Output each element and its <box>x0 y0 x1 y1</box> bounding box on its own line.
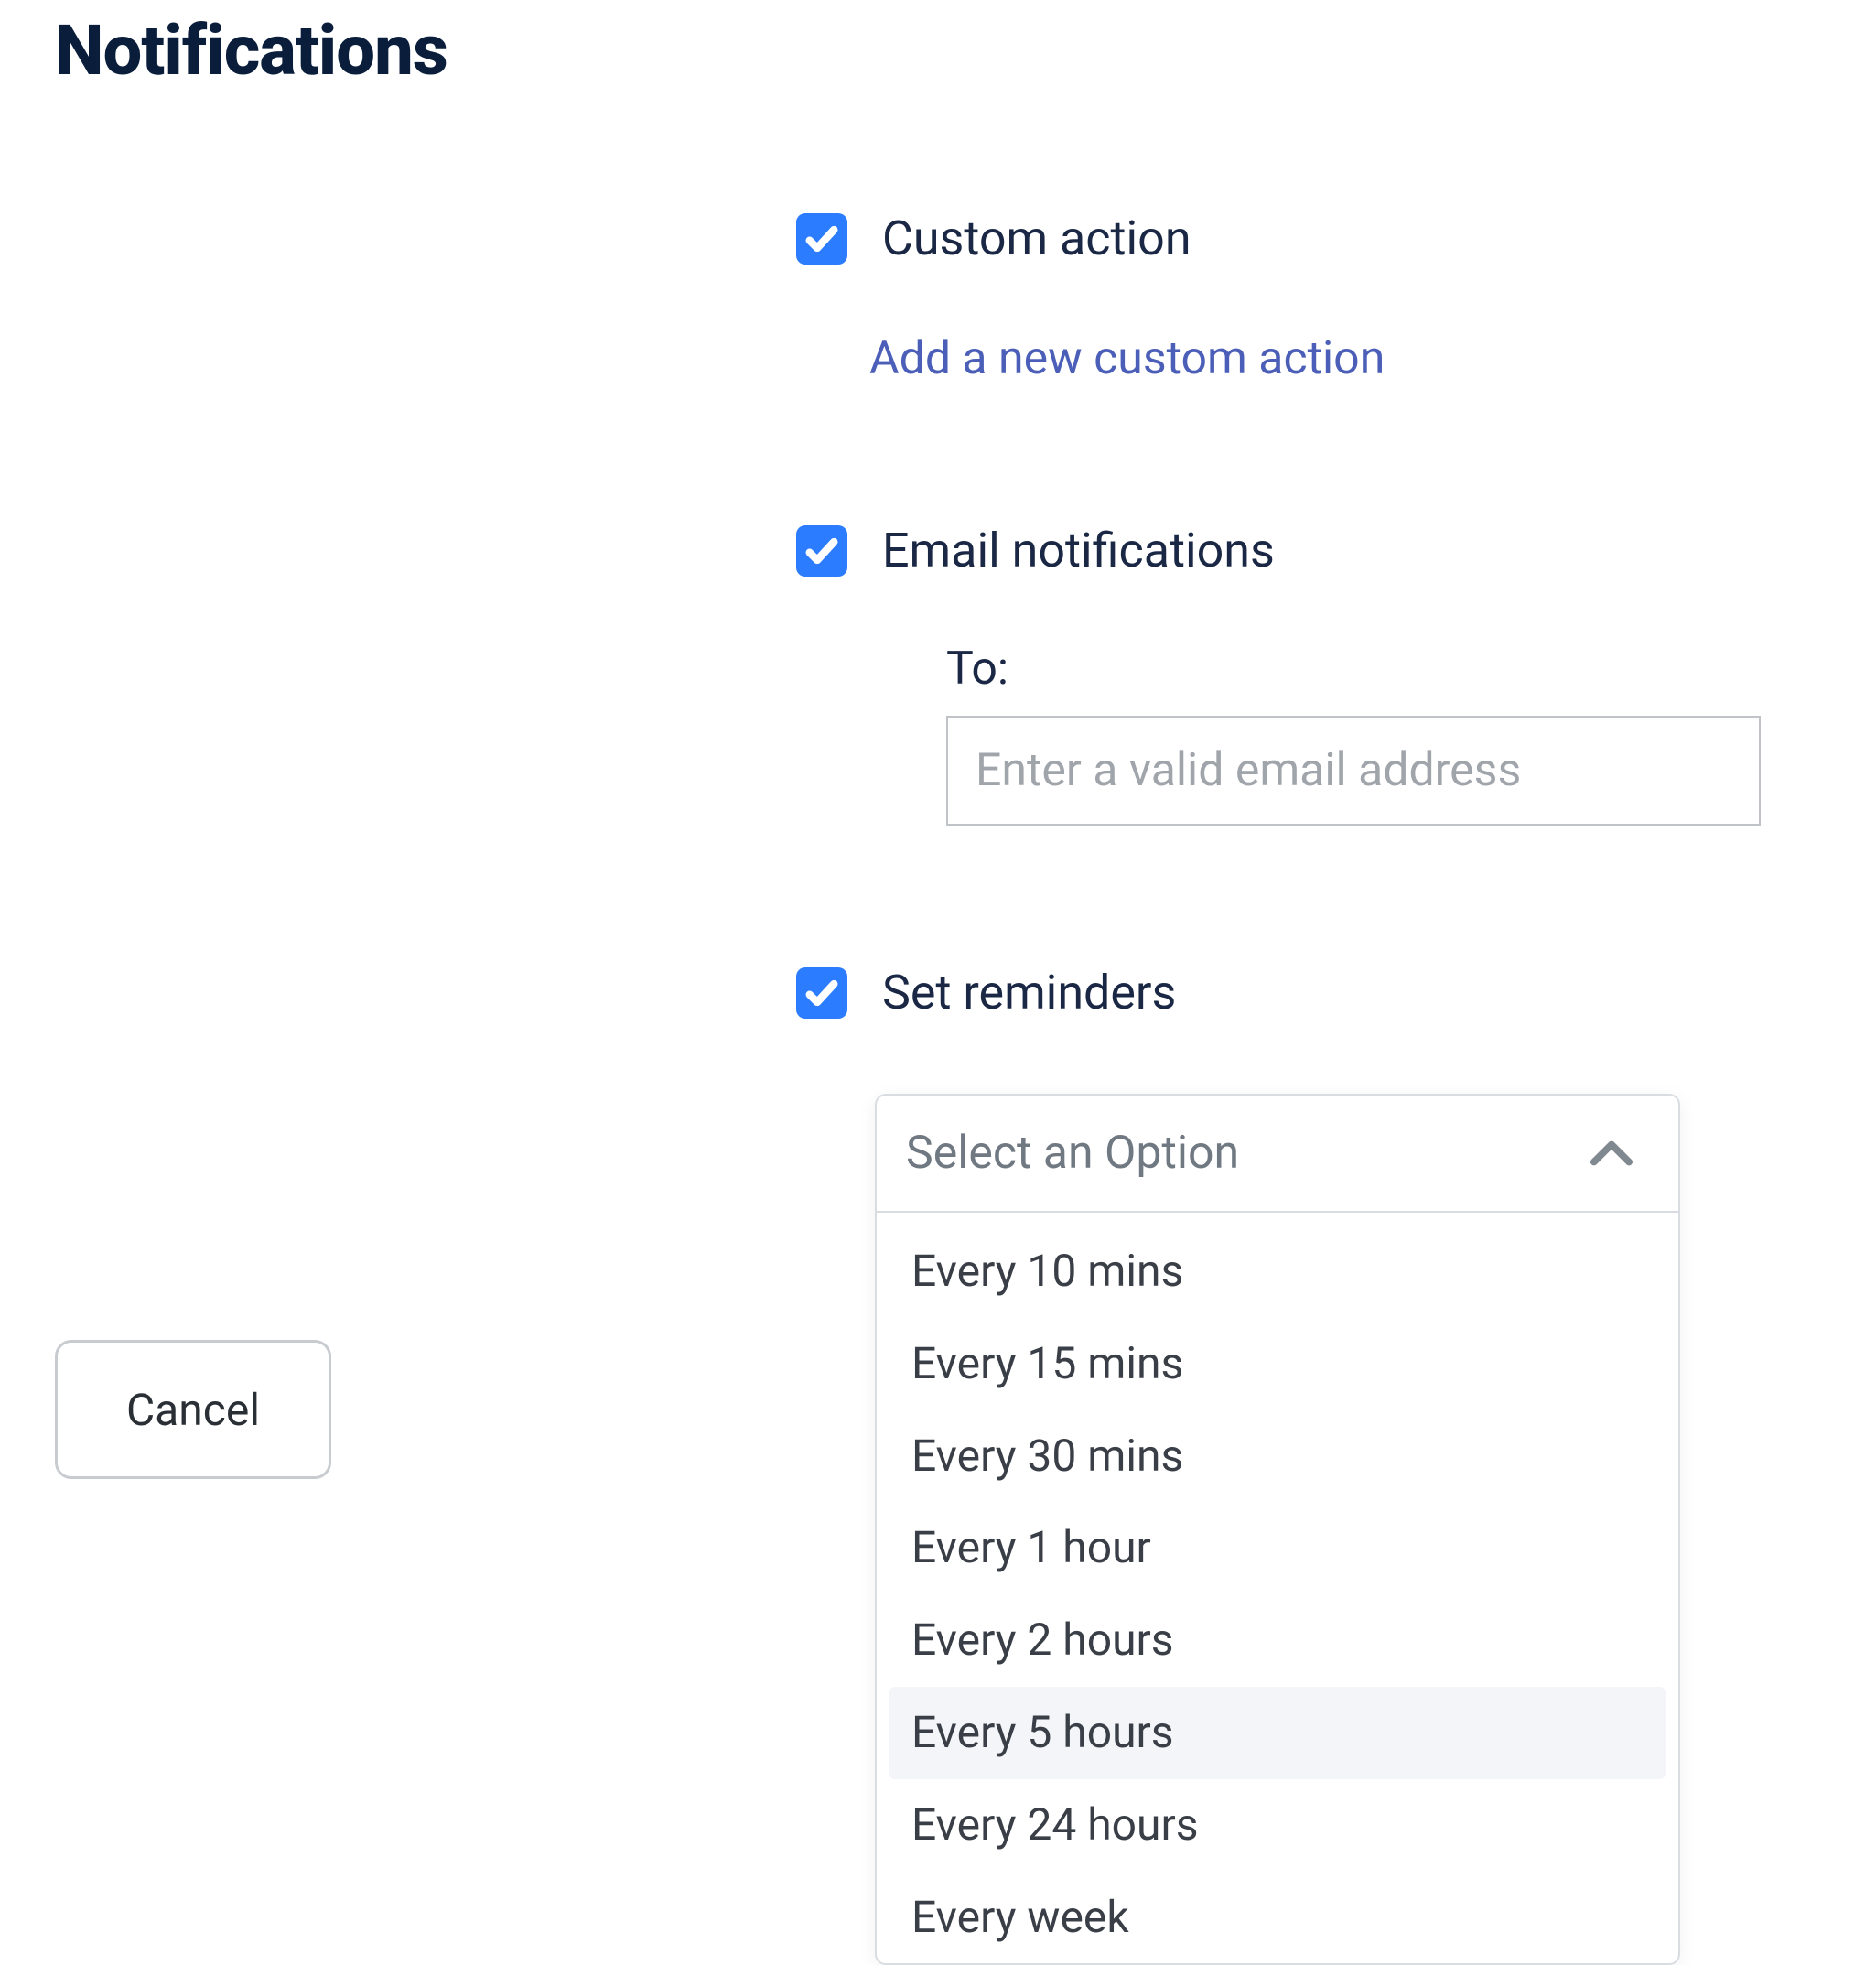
custom-action-row: Custom action <box>796 211 1761 266</box>
check-icon <box>803 221 840 257</box>
reminders-dropdown-placeholder: Select an Option <box>906 1127 1239 1180</box>
reminders-dropdown: Select an Option Every 10 mins Every 15 … <box>875 1094 1680 1965</box>
chevron-up-icon <box>1590 1139 1633 1167</box>
reminders-option-1[interactable]: Every 15 mins <box>889 1318 1666 1410</box>
custom-action-checkbox[interactable] <box>796 213 847 265</box>
reminders-option-6[interactable]: Every 24 hours <box>889 1779 1666 1872</box>
page-title: Notifications <box>0 9 1876 92</box>
notifications-form: Custom action Add a new custom action Em… <box>796 211 1761 1965</box>
email-notifications-label: Email notifications <box>882 523 1275 578</box>
reminders-option-5[interactable]: Every 5 hours <box>889 1687 1666 1779</box>
reminders-dropdown-options: Every 10 mins Every 15 mins Every 30 min… <box>877 1213 1678 1963</box>
custom-action-link-row: Add a new custom action <box>869 332 1761 385</box>
reminders-option-0[interactable]: Every 10 mins <box>889 1225 1666 1318</box>
reminders-option-4[interactable]: Every 2 hours <box>889 1594 1666 1687</box>
email-to-block: To: <box>946 642 1761 826</box>
custom-action-section: Custom action Add a new custom action <box>796 211 1761 385</box>
add-custom-action-link[interactable]: Add a new custom action <box>869 332 1385 385</box>
custom-action-label: Custom action <box>882 211 1191 266</box>
check-icon <box>803 533 840 569</box>
email-notifications-row: Email notifications <box>796 523 1761 578</box>
reminders-option-7[interactable]: Every week <box>889 1872 1666 1964</box>
reminders-section: Set reminders Select an Option Every 10 … <box>796 965 1761 1965</box>
email-notifications-checkbox[interactable] <box>796 525 847 577</box>
reminders-option-2[interactable]: Every 30 mins <box>889 1410 1666 1503</box>
check-icon <box>803 975 840 1011</box>
cancel-button[interactable]: Cancel <box>55 1340 331 1479</box>
reminders-checkbox[interactable] <box>796 967 847 1019</box>
email-notifications-section: Email notifications To: <box>796 523 1761 826</box>
reminders-label: Set reminders <box>882 965 1176 1020</box>
email-to-input[interactable] <box>946 716 1761 826</box>
reminders-dropdown-header[interactable]: Select an Option <box>877 1096 1678 1213</box>
reminders-row: Set reminders <box>796 965 1761 1020</box>
email-to-label: To: <box>946 642 1761 696</box>
reminders-option-3[interactable]: Every 1 hour <box>889 1502 1666 1594</box>
